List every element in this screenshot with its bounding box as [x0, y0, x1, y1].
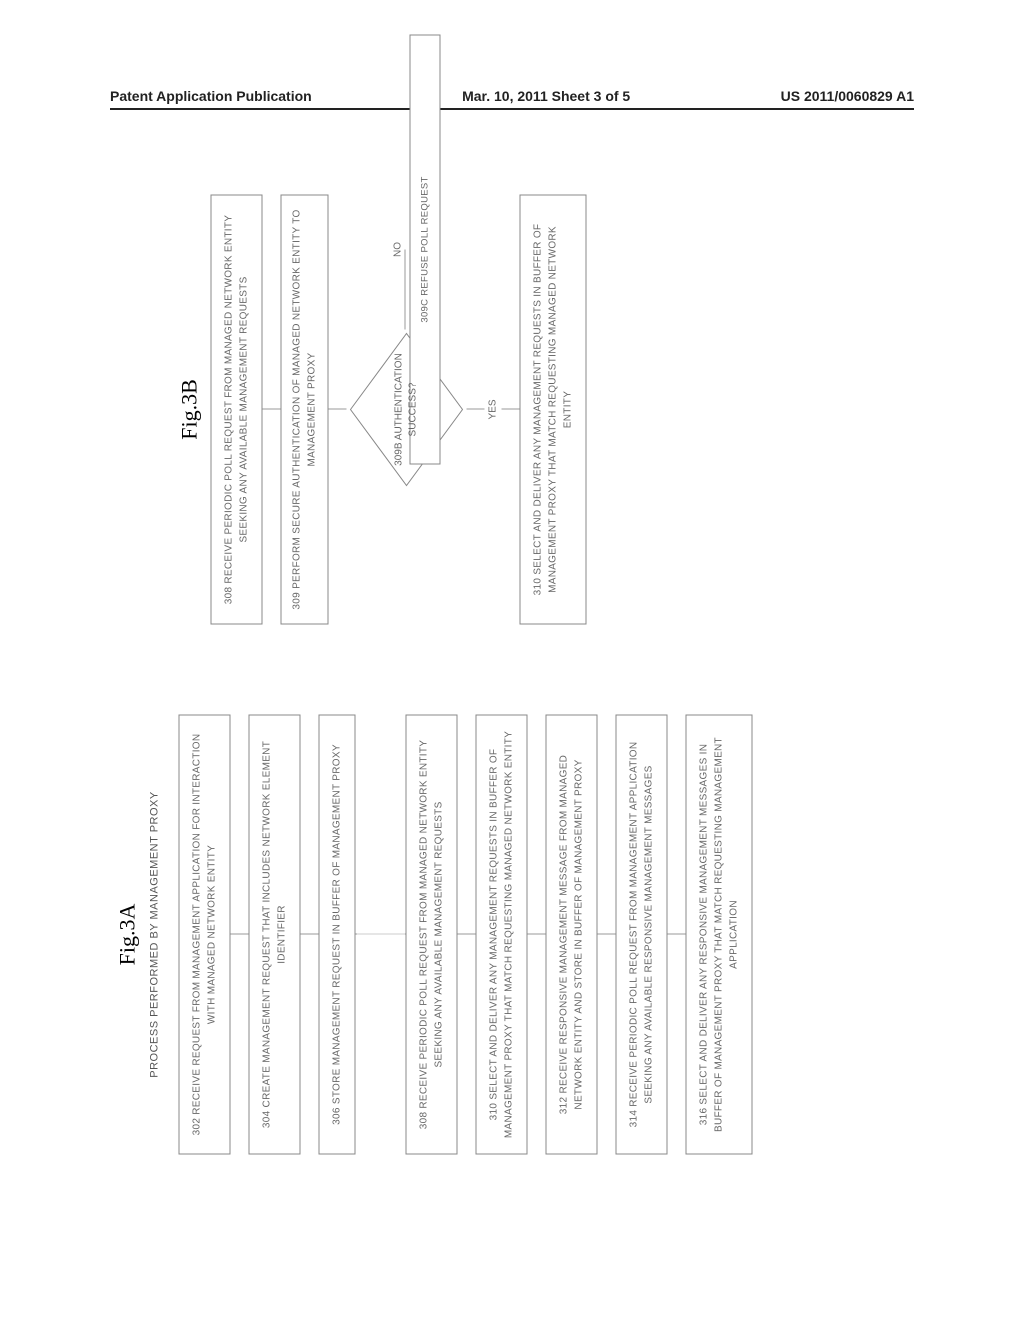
- connector: [263, 409, 281, 410]
- diagram-inner: Fig.3A PROCESS PERFORMED BY MANAGEMENT P…: [105, 145, 920, 1205]
- connector-dotted: [356, 934, 406, 935]
- step-314: 314 RECEIVE PERIODIC POLL REQUEST FROM M…: [616, 715, 668, 1155]
- connector: [528, 934, 546, 935]
- figure-3a-subtitle: PROCESS PERFORMED BY MANAGEMENT PROXY: [149, 791, 161, 1077]
- figure-3b-label: Fig.3B: [177, 379, 203, 440]
- step-312: 312 RECEIVE RESPONSIVE MANAGEMENT MESSAG…: [546, 715, 598, 1155]
- step-308b: 308 RECEIVE PERIODIC POLL REQUEST FROM M…: [211, 195, 263, 625]
- decision-text: 309B AUTHENTICATION SUCCESS?: [393, 350, 421, 470]
- connector: [598, 934, 616, 935]
- decision-branch-row: 309B AUTHENTICATION SUCCESS? YES NO 309C…: [347, 175, 520, 645]
- yes-label: YES: [488, 400, 499, 420]
- figure-3b-column: Fig.3B 308 RECEIVE PERIODIC POLL REQUEST…: [115, 175, 910, 645]
- step-304: 304 CREATE MANAGEMENT REQUEST THAT INCLU…: [249, 715, 301, 1155]
- connector: [467, 409, 485, 410]
- header-right: US 2011/0060829 A1: [781, 88, 914, 104]
- step-316: 316 SELECT AND DELIVER ANY RESPONSIVE MA…: [686, 715, 753, 1155]
- no-branch: NO 309C REFUSE POLL REQUEST: [393, 175, 441, 325]
- rotated-diagram-area: Fig.3A PROCESS PERFORMED BY MANAGEMENT P…: [0, 268, 1024, 1083]
- connector: [458, 934, 476, 935]
- page: Patent Application Publication Mar. 10, …: [0, 0, 1024, 1320]
- no-label: NO: [393, 242, 404, 257]
- header-left: Patent Application Publication: [110, 88, 312, 104]
- step-310: 310 SELECT AND DELIVER ANY MANAGEMENT RE…: [476, 715, 528, 1155]
- header-center: Mar. 10, 2011 Sheet 3 of 5: [462, 88, 630, 104]
- decision-309b: 309B AUTHENTICATION SUCCESS?: [347, 330, 467, 490]
- step-302: 302 RECEIVE REQUEST FROM MANAGEMENT APPL…: [179, 715, 231, 1155]
- page-header: Patent Application Publication Mar. 10, …: [110, 88, 914, 110]
- step-310b: 310 SELECT AND DELIVER ANY MANAGEMENT RE…: [520, 195, 587, 625]
- connector: [231, 934, 249, 935]
- connector: [668, 934, 686, 935]
- connector: [502, 409, 520, 410]
- figure-3a-label: Fig.3A: [115, 904, 141, 966]
- step-308: 308 RECEIVE PERIODIC POLL REQUEST FROM M…: [406, 715, 458, 1155]
- step-309: 309 PERFORM SECURE AUTHENTICATION OF MAN…: [281, 195, 329, 625]
- connector: [329, 409, 347, 410]
- figure-3a-column: Fig.3A PROCESS PERFORMED BY MANAGEMENT P…: [115, 685, 910, 1185]
- step-306: 306 STORE MANAGEMENT REQUEST IN BUFFER O…: [319, 715, 356, 1155]
- connector: [301, 934, 319, 935]
